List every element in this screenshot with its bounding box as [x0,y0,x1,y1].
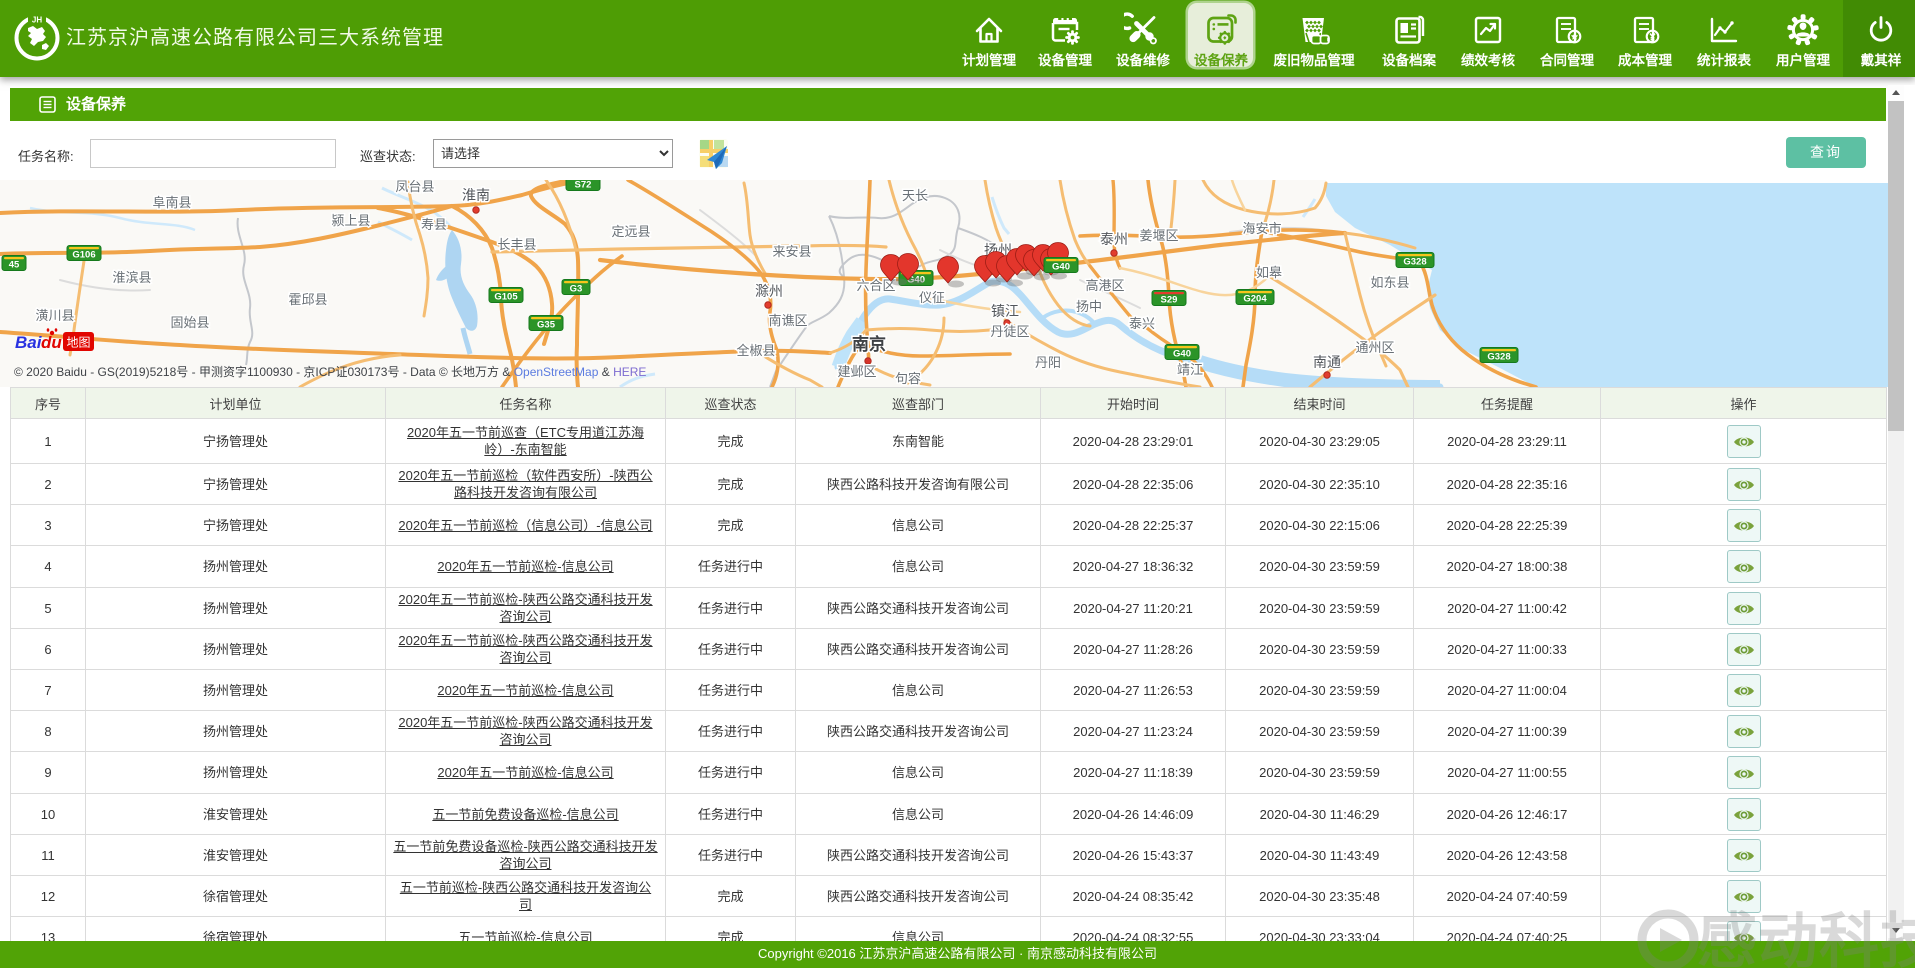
svg-text:如东县: 如东县 [1370,275,1409,290]
svg-text:淮滨县: 淮滨县 [112,270,151,285]
svg-text:全椒县: 全椒县 [736,343,775,358]
svg-text:寿县: 寿县 [421,217,447,232]
svg-text:仪征: 仪征 [919,290,945,305]
svg-text:阜南县: 阜南县 [152,195,191,210]
svg-text:滁州: 滁州 [755,283,783,299]
svg-text:扬中: 扬中 [1076,299,1102,314]
svg-text:G328: G328 [1487,352,1510,363]
svg-text:潢川县: 潢川县 [35,308,74,323]
svg-text:如皋: 如皋 [1256,265,1282,280]
svg-text:丹徒区: 丹徒区 [990,324,1029,339]
svg-text:泰州: 泰州 [1100,231,1128,247]
svg-text:G204: G204 [1243,294,1267,305]
svg-text:G106: G106 [72,250,95,261]
svg-text:霍邱县: 霍邱县 [288,292,327,307]
svg-text:通州区: 通州区 [1355,340,1394,355]
svg-text:G105: G105 [494,292,518,303]
svg-text:南谯区: 南谯区 [768,313,807,328]
svg-text:JH: JH [32,16,42,25]
svg-text:颍上县: 颍上县 [331,213,370,228]
svg-text:© 2020 Baidu - GS(2019)5218号 -: © 2020 Baidu - GS(2019)5218号 - 甲测资字11009… [14,364,646,379]
svg-text:G328: G328 [1403,257,1426,268]
svg-text:S29: S29 [1161,295,1178,306]
svg-text:姜堰区: 姜堰区 [1139,228,1178,243]
svg-text:来安县: 来安县 [772,244,811,259]
svg-text:G35: G35 [537,320,556,331]
svg-text:G40: G40 [1173,349,1191,360]
svg-text:镇江: 镇江 [991,303,1019,319]
svg-text:凤台县: 凤台县 [395,180,434,194]
svg-text:Bai: Bai [15,333,43,352]
svg-text:丹阳: 丹阳 [1035,355,1061,370]
svg-text:泰兴: 泰兴 [1129,316,1155,331]
svg-text:地图: 地图 [66,336,90,350]
svg-text:建邺区: 建邺区 [837,364,876,379]
svg-text:南京: 南京 [852,334,886,354]
svg-text:定远县: 定远县 [611,224,650,239]
svg-text:长丰县: 长丰县 [497,237,536,252]
svg-text:G40: G40 [1052,262,1070,273]
svg-text:45: 45 [9,260,20,271]
svg-text:G3: G3 [570,284,583,295]
svg-text:天长: 天长 [902,188,928,203]
svg-text:淮南: 淮南 [462,187,490,203]
svg-text:S72: S72 [575,180,592,191]
svg-text:六合区: 六合区 [856,278,895,293]
svg-text:du: du [41,333,62,352]
svg-text:高港区: 高港区 [1085,278,1124,293]
svg-text:南通: 南通 [1313,354,1341,370]
svg-text:固始县: 固始县 [170,315,209,330]
svg-text:句容: 句容 [895,371,921,386]
svg-text:海安市: 海安市 [1242,221,1281,236]
svg-text:靖江: 靖江 [1177,362,1203,377]
